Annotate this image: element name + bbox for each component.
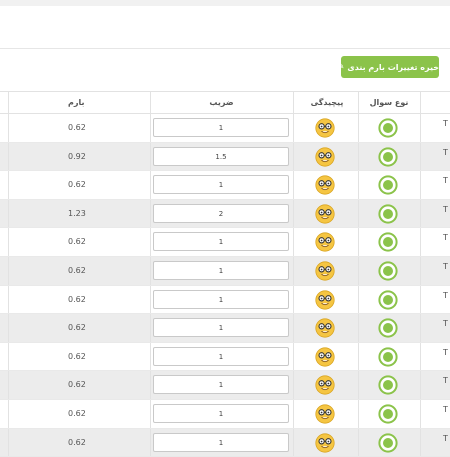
table-row: 0.62 1 T <box>0 171 450 200</box>
radio-circle-icon[interactable] <box>378 261 398 281</box>
coefficient-input[interactable]: 1 <box>153 175 289 195</box>
questions-table: بارم ضریب پیچیدگی نوع سوال 0.62 1 T 0.92… <box>0 91 450 457</box>
table-row: 0.62 1 T <box>0 256 450 286</box>
radio-circle-icon[interactable] <box>378 118 398 138</box>
table-row: 1.23 2 T <box>0 199 450 229</box>
table-row: 0.92 1.5 T <box>0 142 450 172</box>
radio-circle-icon[interactable] <box>378 347 398 367</box>
barem-value: 0.92 <box>68 151 86 161</box>
barem-value: 0.62 <box>68 380 86 390</box>
barem-value: 0.62 <box>68 265 86 275</box>
question-title-fragment: T <box>443 204 448 214</box>
barem-value: 0.62 <box>68 323 86 333</box>
radio-circle-icon[interactable] <box>378 375 398 395</box>
question-title-fragment: T <box>443 347 448 357</box>
nerd-face-icon <box>315 404 335 424</box>
barem-value: 0.62 <box>68 351 86 361</box>
table-row: 0.62 1 T <box>0 314 450 343</box>
nerd-face-icon <box>315 347 335 367</box>
question-title-fragment: T <box>443 404 448 414</box>
header-coef: ضریب <box>209 98 234 107</box>
nerd-face-icon <box>315 175 335 195</box>
coefficient-input[interactable]: 2 <box>153 203 289 223</box>
coefficient-input[interactable]: 1 <box>153 375 289 395</box>
radio-circle-icon[interactable] <box>378 146 398 167</box>
question-title-fragment: T <box>443 319 448 329</box>
question-title-fragment: T <box>443 147 448 157</box>
radio-circle-icon[interactable] <box>378 232 398 252</box>
question-title-fragment: T <box>443 233 448 243</box>
table-row: 0.62 1 T <box>0 114 450 143</box>
radio-circle-icon[interactable] <box>378 404 398 424</box>
nerd-face-icon <box>315 146 335 167</box>
table-row: 0.62 1 T <box>0 228 450 257</box>
nerd-face-icon <box>315 289 335 310</box>
nerd-face-icon <box>315 204 335 224</box>
table-row: 0.62 1 T <box>0 399 450 429</box>
coefficient-input[interactable]: 1 <box>153 403 289 423</box>
nerd-face-icon <box>315 232 335 252</box>
question-title-fragment: T <box>443 376 448 386</box>
barem-value: 0.62 <box>68 408 86 418</box>
radio-circle-icon[interactable] <box>378 175 398 195</box>
nerd-face-icon <box>315 318 335 338</box>
coefficient-input[interactable]: 1 <box>153 318 289 338</box>
table-row: 0.62 1 T <box>0 371 450 400</box>
nerd-face-icon <box>315 261 335 281</box>
question-title-fragment: T <box>443 176 448 186</box>
barem-value: 0.62 <box>68 237 86 247</box>
panel-header <box>0 6 450 49</box>
header-question-type: نوع سوال <box>369 98 409 107</box>
save-grading-button[interactable]: ذخیره تغییرات بارم بندی ✎ <box>337 56 443 78</box>
nerd-face-icon <box>315 375 335 395</box>
table-row: 0.62 1 T <box>0 342 450 372</box>
header-barem: بارم <box>68 98 85 107</box>
question-title-fragment: T <box>443 290 448 300</box>
coefficient-input[interactable]: 1 <box>153 289 289 309</box>
radio-circle-icon[interactable] <box>378 204 398 224</box>
question-title-fragment: T <box>443 261 448 271</box>
question-title-fragment: T <box>443 119 448 128</box>
table-header: بارم ضریب پیچیدگی نوع سوال <box>0 91 450 114</box>
nerd-face-icon <box>315 118 335 138</box>
coefficient-input[interactable]: 1.5 <box>153 146 289 166</box>
coefficient-input[interactable]: 1 <box>153 432 289 452</box>
coefficient-input[interactable]: 1 <box>153 346 289 366</box>
barem-value: 0.62 <box>68 294 86 304</box>
radio-circle-icon[interactable] <box>378 318 398 338</box>
question-title-fragment: T <box>443 433 448 443</box>
coefficient-input[interactable]: 1 <box>153 118 289 137</box>
barem-value: 1.23 <box>68 208 86 218</box>
header-difficulty: پیچیدگی <box>310 98 344 107</box>
edit-icon: ✎ <box>336 61 345 72</box>
radio-circle-icon[interactable] <box>378 289 398 310</box>
table-row: 0.62 1 T <box>0 428 450 457</box>
table-row: 0.62 1 T <box>0 285 450 315</box>
barem-value: 0.62 <box>68 437 86 447</box>
save-grading-label: ذخیره تغییرات بارم بندی <box>347 62 444 72</box>
coefficient-input[interactable]: 1 <box>153 232 289 252</box>
barem-value: 0.62 <box>68 180 86 190</box>
barem-value: 0.62 <box>68 123 86 132</box>
coefficient-input[interactable]: 1 <box>153 260 289 280</box>
